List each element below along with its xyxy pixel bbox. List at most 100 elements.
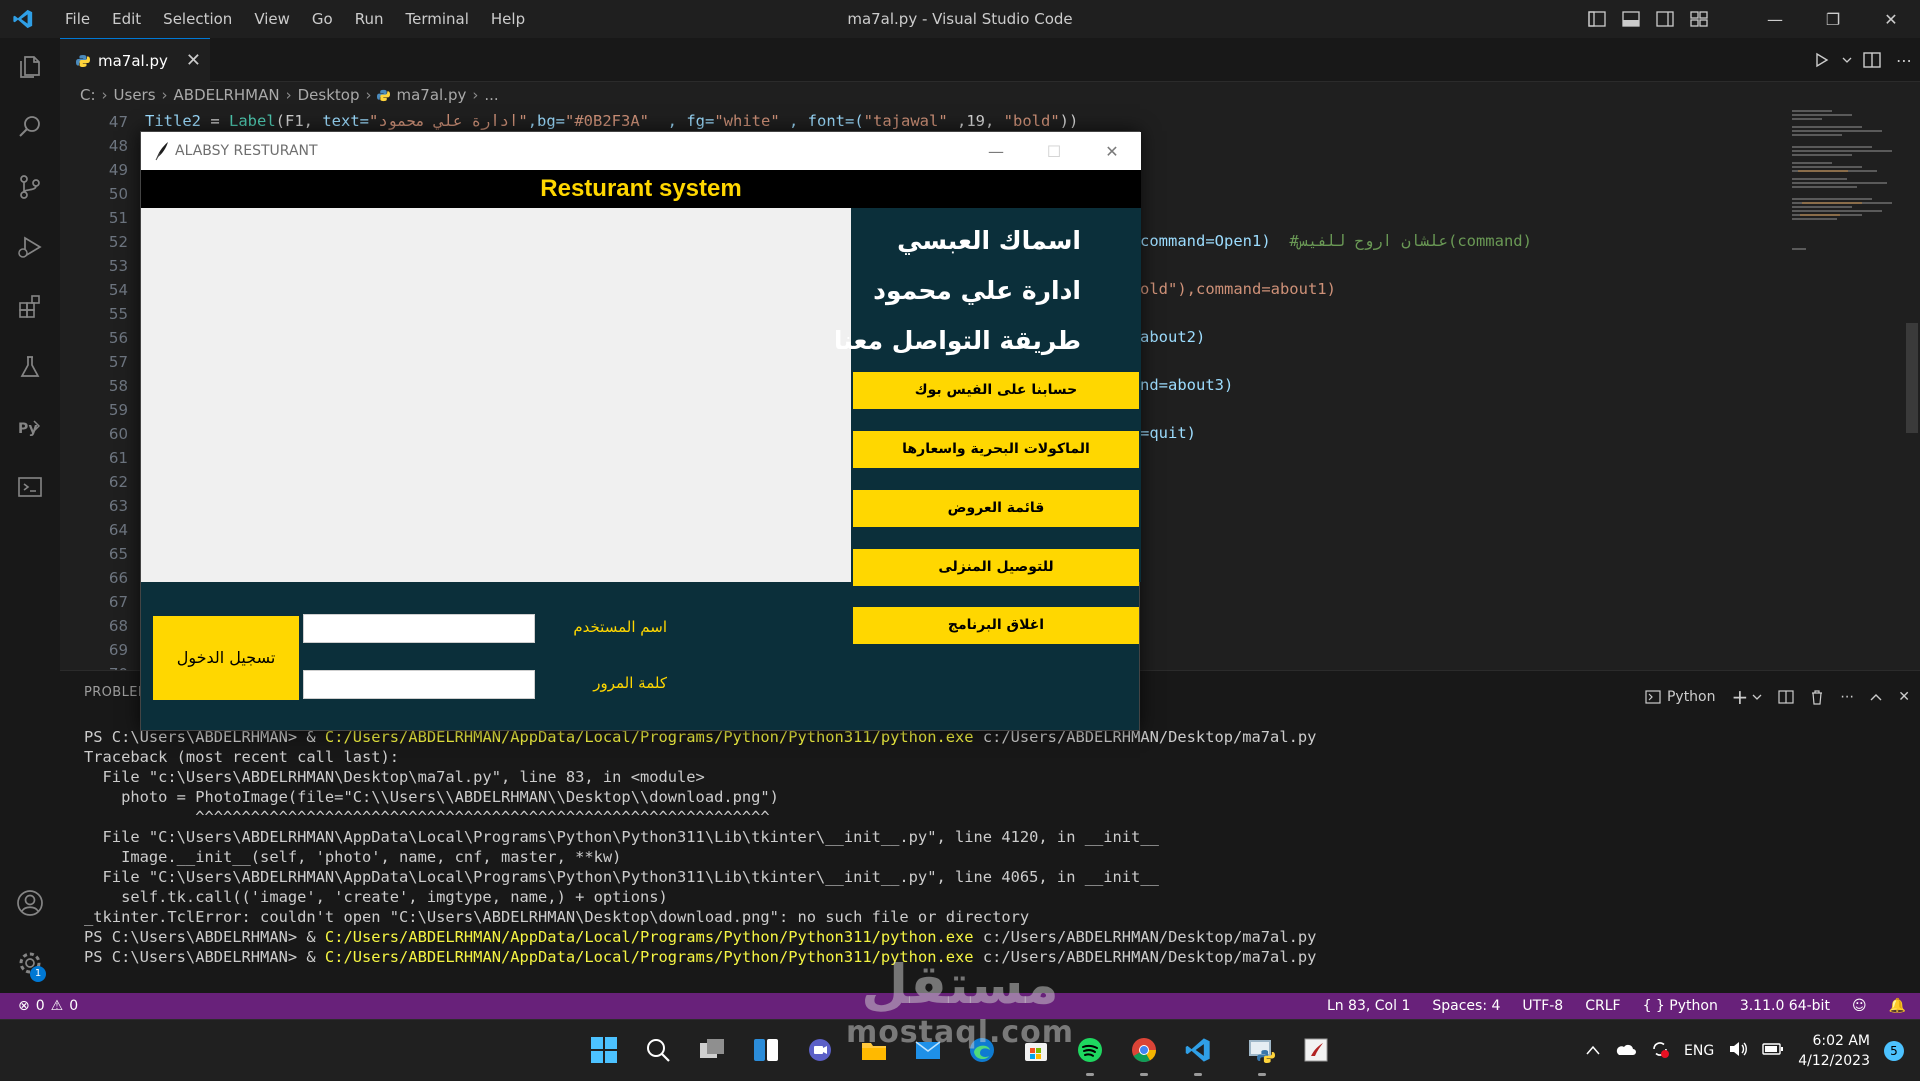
tab-ma7al-py[interactable]: ma7al.py ✕ (60, 38, 210, 82)
vscode-taskbar-icon[interactable] (1178, 1030, 1218, 1076)
chevron-right-icon: › (101, 86, 108, 104)
menu-selection[interactable]: Selection (152, 10, 243, 28)
split-terminal-icon[interactable] (1778, 690, 1794, 704)
menu-edit[interactable]: Edit (101, 10, 152, 28)
toggle-primary-sidebar-icon[interactable] (1580, 0, 1614, 38)
volume-icon[interactable] (1728, 1040, 1748, 1062)
accounts-icon[interactable] (0, 874, 60, 932)
line-number-gutter: 47 48 49 50 51 52 53 54 55 56 57 58 59 6… (60, 108, 142, 670)
line-number: 68 (108, 617, 128, 635)
menu-view[interactable]: View (243, 10, 301, 28)
task-view-icon[interactable] (692, 1030, 732, 1070)
more-actions-icon[interactable]: ⋯ (1840, 689, 1854, 705)
new-terminal-plus-icon[interactable]: + (1732, 685, 1749, 709)
terminal-line: self.tk.call(('image', 'create', imgtype… (84, 888, 668, 906)
terminal-line: _tkinter.TclError: couldn't open "C:\Use… (84, 908, 1030, 926)
explorer-icon[interactable] (0, 38, 60, 96)
tk-maximize-icon[interactable]: ☐ (1025, 132, 1083, 170)
notification-center-badge[interactable]: 5 (1884, 1040, 1904, 1061)
menu-terminal[interactable]: Terminal (395, 10, 480, 28)
close-window-icon[interactable]: ✕ (1862, 0, 1920, 38)
tk-facebook-button[interactable]: حسابنا على الفيس بوك (853, 372, 1139, 409)
windows-start-icon[interactable] (584, 1030, 624, 1070)
editor-scrollbar[interactable] (1904, 108, 1920, 670)
tk-password-input[interactable] (303, 670, 535, 699)
tk-side-title-store: اسماك العبسي (897, 226, 1081, 255)
input-language[interactable]: ENG (1684, 1043, 1714, 1059)
python-launcher-icon[interactable] (1242, 1030, 1282, 1076)
breadcrumb-users[interactable]: Users (114, 86, 156, 104)
more-actions-icon[interactable]: ⋯ (1888, 38, 1920, 82)
indentation[interactable]: Spaces: 4 (1432, 998, 1500, 1014)
python-interpreter[interactable]: 3.11.0 64-bit (1740, 998, 1830, 1014)
sync-status-icon[interactable] (1650, 1039, 1670, 1063)
breadcrumb-drive[interactable]: C: (80, 86, 96, 104)
search-icon[interactable] (0, 98, 60, 156)
split-editor-icon[interactable] (1856, 38, 1888, 82)
onedrive-cloud-icon[interactable] (1614, 1042, 1637, 1060)
tk-seafood-prices-button[interactable]: الماكولات البحرية واسعارها (853, 431, 1139, 468)
menu-file[interactable]: File (54, 10, 101, 28)
terminal-output[interactable]: PS C:\Users\ABDELRHMAN> & C:/Users/ABDEL… (84, 727, 1884, 967)
tk-login-button[interactable]: تسجيل الدخول (153, 616, 299, 700)
terminal-dropdown-chevron-down-icon[interactable] (1752, 693, 1762, 701)
tk-close-icon[interactable]: ✕ (1083, 132, 1141, 170)
close-tab-icon[interactable]: ✕ (186, 50, 201, 71)
kill-terminal-trash-icon[interactable] (1810, 689, 1824, 705)
terminal-icon[interactable] (0, 458, 60, 516)
source-control-icon[interactable] (0, 158, 60, 216)
terminal-shell-selector[interactable]: Python (1645, 689, 1716, 705)
tk-side-title-contact: طريقة التواصل معنا (833, 326, 1081, 355)
watermark-arabic: مستقل (861, 953, 1059, 1016)
search-icon[interactable] (638, 1030, 678, 1070)
show-hidden-icons-chevron-up-icon[interactable] (1586, 1043, 1600, 1059)
line-number: 56 (108, 329, 128, 347)
breadcrumb-user[interactable]: ABDELRHMAN (174, 86, 280, 104)
terminal-line: File "c:\Users\ABDELRHMAN\Desktop\ma7al.… (84, 768, 705, 786)
run-debug-icon[interactable] (0, 218, 60, 276)
menu-run[interactable]: Run (344, 10, 395, 28)
teams-chat-icon[interactable] (800, 1030, 840, 1070)
minimap[interactable] (1788, 108, 1904, 670)
tk-username-input[interactable] (303, 614, 535, 643)
maximize-panel-chevron-up-icon[interactable] (1870, 693, 1882, 701)
error-icon: ⊗ (18, 998, 30, 1014)
python-environments-icon[interactable]: Py (0, 398, 60, 456)
chrome-browser-icon[interactable] (1124, 1030, 1164, 1076)
tk-minimize-icon[interactable]: — (967, 132, 1025, 170)
tk-offers-button[interactable]: قائمة العروض (853, 490, 1139, 527)
breadcrumb-desktop[interactable]: Desktop (298, 86, 360, 104)
line-number: 60 (108, 425, 128, 443)
close-panel-icon[interactable]: ✕ (1898, 689, 1910, 705)
language-mode[interactable]: { } Python (1643, 998, 1718, 1014)
tk-quit-button[interactable]: اغلاق البرنامج (853, 607, 1139, 644)
widgets-icon[interactable] (746, 1030, 786, 1070)
manage-gear-icon[interactable]: 1 (0, 934, 60, 992)
cursor-position[interactable]: Ln 83, Col 1 (1327, 998, 1410, 1014)
run-file-icon[interactable] (1806, 38, 1838, 82)
taskbar-clock[interactable]: 6:02 AM 4/12/2023 (1798, 1031, 1870, 1071)
tk-title-bar[interactable]: ALABSY RESTURANT — ☐ ✕ (141, 132, 1141, 170)
breadcrumb-file[interactable]: ma7al.py (396, 86, 466, 104)
menu-help[interactable]: Help (480, 10, 536, 28)
breadcrumb-symbol[interactable]: ... (484, 86, 498, 104)
toggle-panel-icon[interactable] (1614, 0, 1648, 38)
encoding[interactable]: UTF-8 (1522, 998, 1563, 1014)
tk-delivery-button[interactable]: للتوصيل المنزلى (853, 549, 1139, 586)
end-of-line[interactable]: CRLF (1585, 998, 1620, 1014)
minimize-window-icon[interactable]: — (1746, 0, 1804, 38)
tkinter-app-icon[interactable] (1296, 1030, 1336, 1070)
scrollbar-thumb[interactable] (1906, 323, 1918, 433)
toggle-secondary-sidebar-icon[interactable] (1648, 0, 1682, 38)
testing-icon[interactable] (0, 338, 60, 396)
battery-icon[interactable] (1762, 1042, 1784, 1060)
clock-date: 4/12/2023 (1798, 1052, 1870, 1069)
extensions-icon[interactable] (0, 278, 60, 336)
menu-go[interactable]: Go (301, 10, 344, 28)
restore-window-icon[interactable]: ❐ (1804, 0, 1862, 38)
notifications-bell-icon[interactable]: 🔔 (1889, 998, 1906, 1014)
run-dropdown-chevron-down-icon[interactable] (1838, 38, 1856, 82)
problems-status[interactable]: ⊗ 0 ⚠ 0 (18, 993, 78, 1019)
feedback-icon[interactable]: ☺ (1852, 998, 1867, 1014)
customize-layout-icon[interactable] (1682, 0, 1716, 38)
